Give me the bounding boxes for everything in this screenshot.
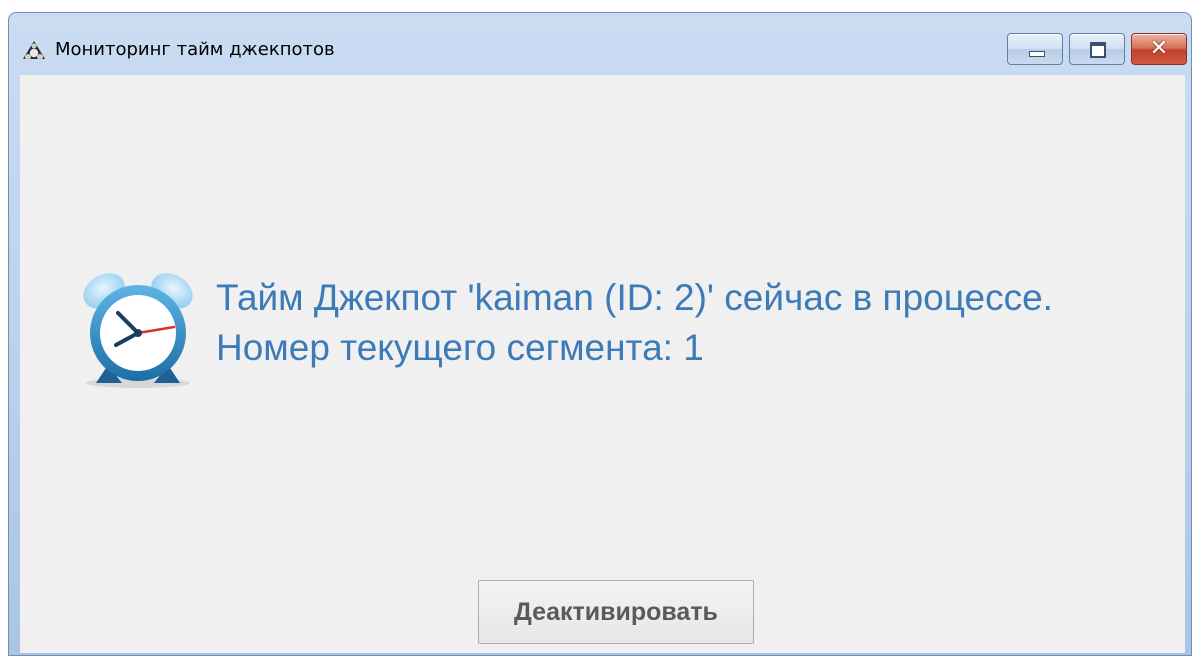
deactivate-button[interactable]: Деактивировать <box>478 580 754 644</box>
content-area: Тайм Джекпот 'kaiman (ID: 2)' сейчас в п… <box>20 75 1185 653</box>
maximize-button[interactable] <box>1069 33 1125 65</box>
close-button[interactable]: ✕ <box>1131 33 1187 65</box>
window-title: Мониторинг тайм джекпотов <box>55 39 335 60</box>
message-line-2: Номер текущего сегмента: 1 <box>216 327 704 368</box>
minimize-button[interactable] <box>1007 33 1063 65</box>
app-logo-icon <box>23 41 45 60</box>
app-window: Мониторинг тайм джекпотов ✕ Тайм Джекпот… <box>8 12 1192 656</box>
message-line-1: Тайм Джекпот 'kaiman (ID: 2)' сейчас в п… <box>216 277 1053 318</box>
title-bar[interactable]: Мониторинг тайм джекпотов ✕ <box>9 13 1191 75</box>
alarm-clock-icon <box>83 273 193 388</box>
close-icon: ✕ <box>1149 36 1169 61</box>
status-message: Тайм Джекпот 'kaiman (ID: 2)' сейчас в п… <box>216 273 1176 373</box>
